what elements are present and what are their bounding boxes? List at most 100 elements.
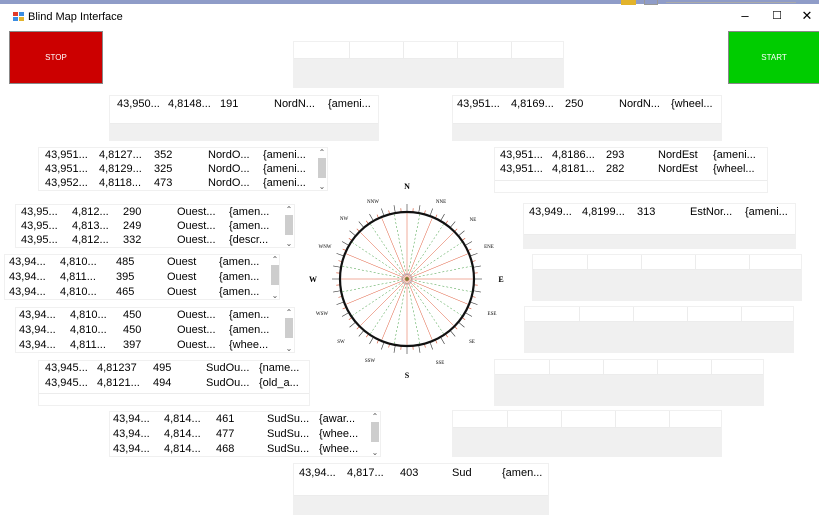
table-row[interactable]: 43,94... 4,810... 450 Ouest... {amen... xyxy=(16,309,286,323)
scroll-up-icon[interactable]: ⌃ xyxy=(370,412,380,421)
table-row[interactable]: 43,950... 4,8148... 191 NordN... {ameni.… xyxy=(110,98,380,112)
cell-tags: {name... xyxy=(259,362,300,374)
compass-ray xyxy=(360,278,408,326)
scrollbar[interactable]: ⌃ ⌄ xyxy=(370,412,380,458)
label-wnw: WNW xyxy=(318,245,331,250)
grid-panel-p11[interactable]: 43,94... 4,817... 403 Sud {amen... xyxy=(293,463,549,515)
scroll-thumb[interactable] xyxy=(271,265,279,285)
compass-tick xyxy=(341,241,350,246)
table-row[interactable]: 43,952... 4,8118... 473 NordO... {ameni.… xyxy=(39,177,319,191)
scroll-thumb[interactable] xyxy=(285,318,293,338)
cell-distance: 313 xyxy=(637,206,656,218)
cell-direction: NordN... xyxy=(274,98,315,110)
scrollbar[interactable]: ⌃ ⌄ xyxy=(284,308,294,354)
app-icon xyxy=(13,12,24,21)
compass-ray xyxy=(370,278,408,335)
table-row[interactable]: 43,951... 4,8127... 352 NordO... {ameni.… xyxy=(39,149,319,163)
scroll-thumb[interactable] xyxy=(285,215,293,235)
grid-empty-area xyxy=(453,124,721,140)
table-row[interactable]: 43,94... 4,811... 395 Ouest {amen... xyxy=(5,271,271,285)
grid-panel-p7[interactable]: 43,94... 4,810... 485 Ouest {amen... 43,… xyxy=(4,254,280,300)
cell-direction: EstNor... xyxy=(690,206,733,218)
cell-direction: NordO... xyxy=(208,177,250,189)
scroll-down-icon[interactable]: ⌄ xyxy=(370,448,380,457)
table-row[interactable]: 43,95... 4,812... 332 Ouest... {descr... xyxy=(16,234,286,248)
table-row[interactable]: 43,94... 4,814... 468 SudSu... {whee... xyxy=(110,443,372,457)
table-row[interactable]: 43,95... 4,813... 249 Ouest... {amen... xyxy=(16,220,286,234)
scroll-up-icon[interactable]: ⌃ xyxy=(284,205,294,214)
table-row[interactable]: 43,95... 4,812... 290 Ouest... {amen... xyxy=(16,206,286,220)
compass-ray xyxy=(406,223,444,280)
stop-button[interactable]: STOP xyxy=(9,31,103,84)
table-row[interactable]: 43,94... 4,817... 403 Sud {amen... xyxy=(294,467,550,481)
table-row[interactable]: 43,951... 4,8186... 293 NordEst {ameni..… xyxy=(495,149,769,163)
grid-panel-top[interactable] xyxy=(293,41,564,88)
table-row[interactable]: 43,951... 4,8169... 250 NordN... {wheel.… xyxy=(453,98,723,112)
grid-panel-p6[interactable]: 43,949... 4,8199... 313 EstNor... {ameni… xyxy=(523,203,796,249)
grid-panel-p4[interactable]: 43,951... 4,8186... 293 NordEst {ameni..… xyxy=(494,147,768,193)
grid-panel-p10[interactable]: 43,94... 4,814... 461 SudSu... {awar... … xyxy=(109,411,381,457)
cell-distance: 325 xyxy=(154,163,173,175)
cell-direction: NordO... xyxy=(208,163,250,175)
cell-lat: 43,945... xyxy=(45,362,88,374)
cell-lat: 43,951... xyxy=(45,163,88,175)
window-title: Blind Map Interface xyxy=(28,11,123,23)
compass-ray xyxy=(406,242,463,280)
grid-panel-empty-3[interactable] xyxy=(494,359,764,406)
scroll-up-icon[interactable]: ⌃ xyxy=(284,308,294,317)
scroll-thumb[interactable] xyxy=(318,158,326,178)
compass-ray xyxy=(406,265,472,280)
scroll-up-icon[interactable]: ⌃ xyxy=(270,255,280,264)
minimize-button[interactable]: – xyxy=(730,5,760,27)
grid-panel-p8[interactable]: 43,94... 4,810... 450 Ouest... {amen... … xyxy=(15,307,295,353)
grid-panel-p2[interactable]: 43,951... 4,8169... 250 NordN... {wheel.… xyxy=(452,95,722,141)
grid-panel-p9[interactable]: 43,945... 4,81237 495 SudOu... {name... … xyxy=(38,360,310,406)
compass-tick xyxy=(333,290,342,293)
compass-tick xyxy=(472,265,481,268)
scrollbar[interactable]: ⌃ ⌄ xyxy=(284,205,294,249)
compass-tick xyxy=(349,321,356,328)
grid-panel-p5[interactable]: 43,95... 4,812... 290 Ouest... {amen... … xyxy=(15,204,295,248)
start-button[interactable]: START xyxy=(728,31,819,84)
compass-tick xyxy=(458,230,465,237)
maximize-button[interactable]: ☐ xyxy=(762,5,792,27)
grid-panel-empty-4[interactable] xyxy=(452,410,722,457)
grid-empty-area xyxy=(495,375,763,405)
compass-tick xyxy=(381,208,385,217)
table-row[interactable]: 43,951... 4,8129... 325 NordO... {ameni.… xyxy=(39,163,319,177)
grid-panel-empty-2[interactable] xyxy=(524,306,794,353)
cell-lon: 4,8118... xyxy=(99,177,141,189)
grid-panel-empty-1[interactable] xyxy=(532,254,802,301)
close-button[interactable]: ✕ xyxy=(792,5,819,27)
table-row[interactable]: 43,94... 4,810... 450 Ouest... {amen... xyxy=(16,324,286,338)
label-se: SE xyxy=(469,340,475,345)
compass-tick xyxy=(469,253,478,257)
scroll-down-icon[interactable]: ⌄ xyxy=(284,344,294,353)
cell-lon: 4,810... xyxy=(60,256,97,268)
label-nw: NW xyxy=(340,217,349,222)
scroll-down-icon[interactable]: ⌄ xyxy=(270,291,280,300)
label-sse: SSE xyxy=(436,361,445,366)
table-row[interactable]: 43,94... 4,814... 461 SudSu... {awar... xyxy=(110,413,372,427)
table-row[interactable]: 43,94... 4,814... 477 SudSu... {whee... xyxy=(110,428,372,442)
table-row[interactable]: 43,94... 4,811... 397 Ouest... {whee... xyxy=(16,339,286,353)
compass-tick xyxy=(358,221,365,228)
cell-lat: 43,95... xyxy=(21,234,58,246)
table-row[interactable]: 43,94... 4,810... 465 Ouest {amen... xyxy=(5,286,271,300)
table-row[interactable]: 43,951... 4,8181... 282 NordEst {wheel..… xyxy=(495,163,769,177)
grid-panel-p3[interactable]: 43,951... 4,8127... 352 NordO... {ameni.… xyxy=(38,147,328,191)
scroll-thumb[interactable] xyxy=(371,422,379,442)
cell-lon: 4,8186... xyxy=(552,149,595,161)
compass-ray xyxy=(406,278,472,293)
compass-tick xyxy=(393,344,396,353)
cell-lat: 43,952... xyxy=(45,177,88,189)
table-row[interactable]: 43,945... 4,81237 495 SudOu... {name... xyxy=(39,362,311,376)
cell-lon: 4,811... xyxy=(70,339,106,351)
scrollbar[interactable]: ⌃ ⌄ xyxy=(270,255,280,301)
table-row[interactable]: 43,945... 4,8121... 494 SudOu... {old_a.… xyxy=(39,377,311,391)
table-row[interactable]: 43,94... 4,810... 485 Ouest {amen... xyxy=(5,256,271,270)
scroll-down-icon[interactable]: ⌄ xyxy=(284,239,294,248)
scroll-up-icon[interactable]: ⌃ xyxy=(317,148,327,157)
grid-panel-p1[interactable]: 43,950... 4,8148... 191 NordN... {ameni.… xyxy=(109,95,379,141)
table-row[interactable]: 43,949... 4,8199... 313 EstNor... {ameni… xyxy=(524,206,797,220)
